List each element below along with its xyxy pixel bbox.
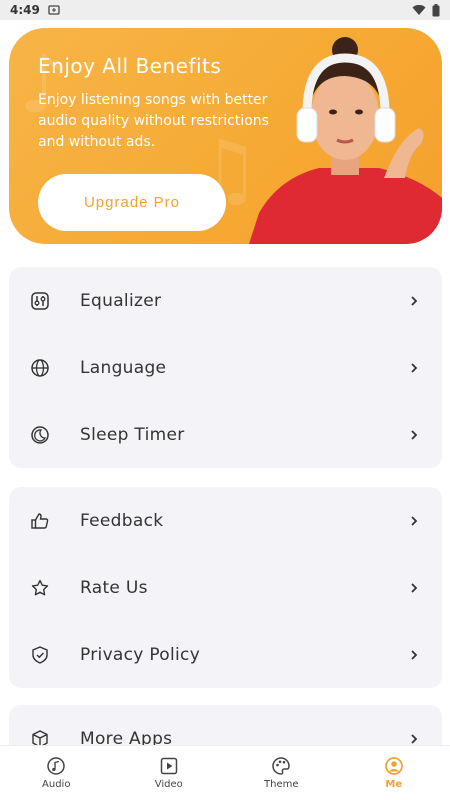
settings-card-support: Feedback Rate Us Privacy Policy — [9, 487, 442, 688]
star-icon — [29, 577, 51, 599]
privacy-policy-row[interactable]: Privacy Policy — [9, 621, 442, 688]
tab-video-label: Video — [154, 779, 183, 790]
tab-theme[interactable]: Theme — [225, 746, 338, 800]
sleep-timer-row[interactable]: Sleep Timer — [9, 401, 442, 468]
video-icon — [160, 757, 177, 775]
chevron-right-icon — [411, 582, 418, 593]
notification-icon — [48, 5, 60, 15]
tab-me-label: Me — [385, 779, 403, 790]
tab-video[interactable]: Video — [113, 746, 226, 800]
rate-us-row[interactable]: Rate Us — [9, 554, 442, 621]
moon-icon — [29, 424, 51, 446]
equalizer-row[interactable]: Equalizer — [9, 267, 442, 334]
chevron-right-icon — [411, 649, 418, 660]
equalizer-icon — [29, 290, 51, 312]
upgrade-pro-button[interactable]: Upgrade Pro — [38, 174, 226, 231]
chevron-right-icon — [411, 733, 418, 744]
tab-theme-label: Theme — [264, 779, 299, 790]
language-label: Language — [80, 357, 167, 378]
tab-me[interactable]: Me — [338, 746, 450, 800]
privacy-policy-label: Privacy Policy — [80, 644, 201, 665]
tab-audio[interactable]: Audio — [0, 746, 113, 800]
palette-icon — [272, 757, 291, 775]
thumbs-up-icon — [29, 510, 51, 532]
chevron-right-icon — [411, 515, 418, 526]
chevron-right-icon — [411, 429, 418, 440]
language-row[interactable]: Language — [9, 334, 442, 401]
user-icon — [384, 757, 403, 775]
banner-title: Enjoy All Benefits — [38, 54, 222, 78]
upgrade-banner: ♪ ♫ Enjoy All Benefits Enjoy listening s… — [9, 28, 442, 244]
wifi-icon — [412, 4, 426, 15]
chevron-right-icon — [411, 295, 418, 306]
status-time: 4:49 — [10, 3, 40, 17]
equalizer-label: Equalizer — [80, 290, 162, 311]
globe-icon — [29, 357, 51, 379]
bottom-tab-bar: Audio Video Theme Me — [0, 745, 450, 800]
rate-us-label: Rate Us — [80, 577, 148, 598]
feedback-row[interactable]: Feedback — [9, 487, 442, 554]
tab-audio-label: Audio — [42, 779, 71, 790]
settings-card-general: Equalizer Language Sleep Timer — [9, 267, 442, 468]
battery-icon — [432, 3, 440, 16]
feedback-label: Feedback — [80, 510, 164, 531]
woman-headphones-image — [249, 37, 442, 244]
status-bar: 4:49 — [0, 0, 450, 20]
shield-icon — [29, 644, 51, 666]
chevron-right-icon — [411, 362, 418, 373]
sleep-timer-label: Sleep Timer — [80, 424, 185, 445]
music-icon — [47, 757, 65, 775]
